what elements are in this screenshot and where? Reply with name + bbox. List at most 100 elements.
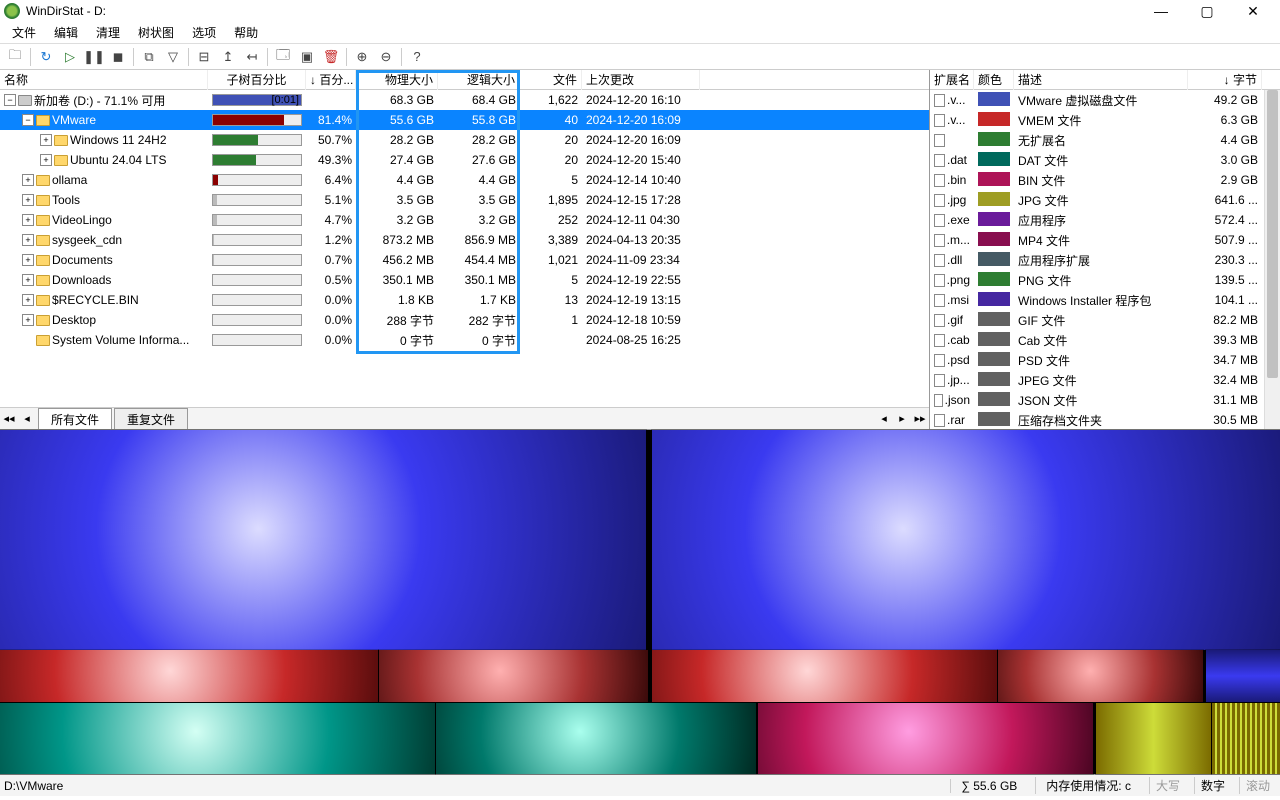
ext-row[interactable]: .jsonJSON 文件31.1 MB [930, 390, 1280, 410]
treemap[interactable] [0, 430, 1280, 774]
ext-row[interactable]: .v...VMEM 文件6.3 GB [930, 110, 1280, 130]
tree-header-0[interactable]: 名称 [0, 70, 208, 90]
ext-column-header[interactable]: 扩展名颜色描述↓ 字节 [930, 70, 1280, 90]
refresh-icon[interactable]: ↻ [35, 46, 57, 68]
help-icon[interactable]: ? [406, 46, 428, 68]
tree-header-4[interactable]: 逻辑大小 [438, 70, 520, 90]
ext-row[interactable]: .m...MP4 文件507.9 ... [930, 230, 1280, 250]
nav-back-icon[interactable]: ↤ [241, 46, 263, 68]
tree-column-header[interactable]: 名称子树百分比↓ 百分...物理大小逻辑大小文件上次更改 [0, 70, 929, 90]
explorer-icon[interactable]: 🗔 [272, 46, 294, 68]
tree-row[interactable]: +Tools5.1%3.5 GB3.5 GB1,8952024-12-15 17… [0, 190, 929, 210]
tree-row[interactable]: +VideoLingo4.7%3.2 GB3.2 GB2522024-12-11… [0, 210, 929, 230]
menu-3[interactable]: 树状图 [130, 22, 182, 43]
treemap-block[interactable] [652, 430, 1280, 650]
expander-icon[interactable]: + [22, 254, 34, 266]
ext-body[interactable]: .v...VMware 虚拟磁盘文件49.2 GB.v...VMEM 文件6.3… [930, 90, 1280, 429]
expander-icon[interactable]: − [4, 94, 16, 106]
treemap-block[interactable] [1206, 650, 1280, 702]
tab-scroll-next-left[interactable]: ◂ [875, 410, 893, 428]
tab-scroll-next[interactable]: ▸ [893, 410, 911, 428]
menu-0[interactable]: 文件 [4, 22, 44, 43]
menu-2[interactable]: 清理 [88, 22, 128, 43]
expander-icon[interactable]: + [22, 214, 34, 226]
expander-icon[interactable]: + [22, 234, 34, 246]
tree-row[interactable]: +Windows 11 24H250.7%28.2 GB28.2 GB20202… [0, 130, 929, 150]
ext-header-3[interactable]: ↓ 字节 [1188, 70, 1262, 90]
tab-all-files[interactable]: 所有文件 [38, 408, 112, 430]
nav-up-icon[interactable]: ↥ [217, 46, 239, 68]
tree-header-5[interactable]: 文件 [520, 70, 582, 90]
copy-icon[interactable]: ⧉ [138, 46, 160, 68]
tree-row[interactable]: −新加卷 (D:) - 71.1% 可用[0:01]68.3 GB68.4 GB… [0, 90, 929, 110]
tree-row[interactable]: +ollama6.4%4.4 GB4.4 GB52024-12-14 10:40 [0, 170, 929, 190]
ext-row[interactable]: .exe应用程序572.4 ... [930, 210, 1280, 230]
menu-4[interactable]: 选项 [184, 22, 224, 43]
tab-duplicates[interactable]: 重复文件 [114, 408, 188, 430]
menu-1[interactable]: 编辑 [46, 22, 86, 43]
tree-header-6[interactable]: 上次更改 [582, 70, 700, 90]
expander-icon[interactable]: + [40, 154, 52, 166]
tree-row[interactable]: +Downloads0.5%350.1 MB350.1 MB52024-12-1… [0, 270, 929, 290]
ext-row[interactable]: .jp...JPEG 文件32.4 MB [930, 370, 1280, 390]
maximize-button[interactable]: ▢ [1184, 0, 1230, 22]
tree-header-3[interactable]: 物理大小 [356, 70, 438, 90]
ext-scrollbar[interactable] [1264, 90, 1280, 429]
tab-scroll-last[interactable]: ▸▸ [911, 410, 929, 428]
treemap-block[interactable] [758, 703, 1093, 774]
ext-row[interactable]: .rar压缩存档文件夹30.5 MB [930, 410, 1280, 429]
treemap-block[interactable] [652, 650, 998, 702]
treemap-block[interactable] [998, 650, 1203, 702]
menu-5[interactable]: 帮助 [226, 22, 266, 43]
treemap-block[interactable] [379, 650, 648, 702]
tab-scroll-first[interactable]: ◂◂ [0, 410, 18, 428]
play-icon[interactable]: ▷ [59, 46, 81, 68]
tree-body[interactable]: −新加卷 (D:) - 71.1% 可用[0:01]68.3 GB68.4 GB… [0, 90, 929, 407]
tree-row[interactable]: +sysgeek_cdn1.2%873.2 MB856.9 MB3,389202… [0, 230, 929, 250]
ext-row[interactable]: .v...VMware 虚拟磁盘文件49.2 GB [930, 90, 1280, 110]
expander-icon[interactable]: + [22, 294, 34, 306]
tree-row[interactable]: System Volume Informa...0.0%0 字节0 字节2024… [0, 330, 929, 350]
close-button[interactable]: ✕ [1230, 0, 1276, 22]
treemap-block[interactable] [436, 703, 756, 774]
tree-row[interactable]: +Desktop0.0%288 字节282 字节12024-12-18 10:5… [0, 310, 929, 330]
expander-icon[interactable]: + [22, 174, 34, 186]
ext-row[interactable]: .datDAT 文件3.0 GB [930, 150, 1280, 170]
ext-row[interactable]: .pngPNG 文件139.5 ... [930, 270, 1280, 290]
ext-row[interactable]: .psdPSD 文件34.7 MB [930, 350, 1280, 370]
ext-row[interactable]: .jpgJPG 文件641.6 ... [930, 190, 1280, 210]
zoom-in-icon[interactable]: ⊕ [351, 46, 373, 68]
minimize-button[interactable]: ― [1138, 0, 1184, 22]
expander-icon[interactable]: + [40, 134, 52, 146]
ext-header-2[interactable]: 描述 [1014, 70, 1188, 90]
tab-scroll-prev[interactable]: ◂ [18, 410, 36, 428]
delete-icon[interactable]: 🗑 [320, 46, 342, 68]
treemap-block[interactable] [1212, 703, 1280, 774]
pause-icon[interactable]: ❚❚ [83, 46, 105, 68]
tree-row[interactable]: +Documents0.7%456.2 MB454.4 MB1,0212024-… [0, 250, 929, 270]
treemap-block[interactable] [0, 703, 435, 774]
ext-row[interactable]: .gifGIF 文件82.2 MB [930, 310, 1280, 330]
tree-header-1[interactable]: 子树百分比 [208, 70, 306, 90]
expand-icon[interactable]: ⊟ [193, 46, 215, 68]
treemap-block[interactable] [0, 430, 646, 650]
ext-row[interactable]: 无扩展名4.4 GB [930, 130, 1280, 150]
tree-row[interactable]: −VMware81.4%55.6 GB55.8 GB402024-12-20 1… [0, 110, 929, 130]
expander-icon[interactable]: − [22, 114, 34, 126]
cmd-icon[interactable]: ▣ [296, 46, 318, 68]
treemap-block[interactable] [1096, 703, 1211, 774]
stop-icon[interactable]: ◼ [107, 46, 129, 68]
ext-row[interactable]: .cabCab 文件39.3 MB [930, 330, 1280, 350]
open-icon[interactable]: 🗀 [4, 46, 26, 68]
treemap-block[interactable] [0, 650, 378, 702]
ext-row[interactable]: .binBIN 文件2.9 GB [930, 170, 1280, 190]
zoom-out-icon[interactable]: ⊖ [375, 46, 397, 68]
tree-header-2[interactable]: ↓ 百分... [306, 70, 356, 90]
tree-row[interactable]: +Ubuntu 24.04 LTS49.3%27.4 GB27.6 GB2020… [0, 150, 929, 170]
ext-header-1[interactable]: 颜色 [974, 70, 1014, 90]
ext-header-0[interactable]: 扩展名 [930, 70, 974, 90]
tree-row[interactable]: +$RECYCLE.BIN0.0%1.8 KB1.7 KB132024-12-1… [0, 290, 929, 310]
ext-row[interactable]: .dll应用程序扩展230.3 ... [930, 250, 1280, 270]
expander-icon[interactable]: + [22, 274, 34, 286]
filter-icon[interactable]: ▽ [162, 46, 184, 68]
